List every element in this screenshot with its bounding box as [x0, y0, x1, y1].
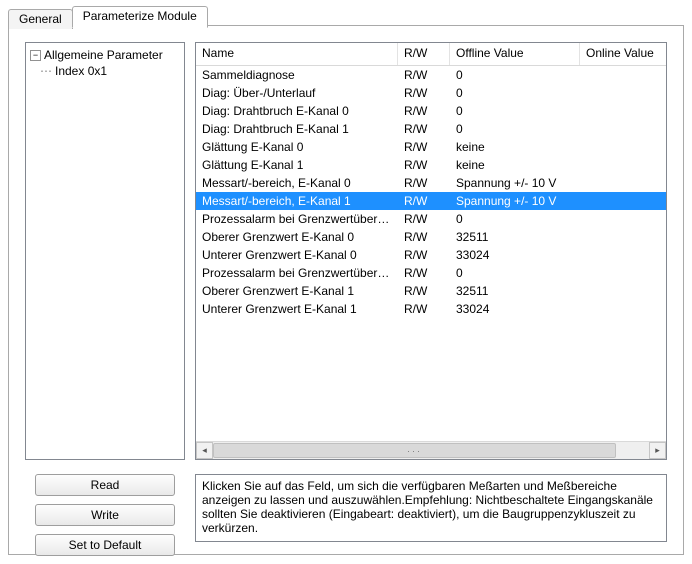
scroll-thumb[interactable]: ···	[213, 443, 616, 458]
cell-offline: Spannung +/- 10 V	[450, 194, 580, 208]
write-button[interactable]: Write	[35, 504, 175, 526]
cell-rw: R/W	[398, 284, 450, 298]
table-row[interactable]: Diag: Drahtbruch E-Kanal 0R/W0	[196, 102, 666, 120]
description-text: Klicken Sie auf das Feld, um sich die ve…	[202, 479, 653, 535]
tree-branch-icon: ⋯	[40, 64, 53, 78]
scroll-track[interactable]: ···	[213, 442, 649, 459]
tree-root-label: Allgemeine Parameter	[44, 48, 163, 62]
table-header: Name R/W Offline Value Online Value	[196, 43, 666, 66]
cell-offline: 0	[450, 104, 580, 118]
table-row[interactable]: Prozessalarm bei Grenzwertüberschre...R/…	[196, 264, 666, 282]
col-header-online[interactable]: Online Value	[580, 43, 666, 65]
cell-rw: R/W	[398, 266, 450, 280]
col-header-offline[interactable]: Offline Value	[450, 43, 580, 65]
tree-root[interactable]: − Allgemeine Parameter	[30, 47, 180, 63]
cell-name: Unterer Grenzwert E-Kanal 1	[196, 302, 398, 316]
table-body: SammeldiagnoseR/W0Diag: Über-/UnterlaufR…	[196, 66, 666, 441]
parameter-tree[interactable]: − Allgemeine Parameter ⋯ Index 0x1	[25, 42, 185, 460]
cell-name: Oberer Grenzwert E-Kanal 1	[196, 284, 398, 298]
cell-name: Glättung E-Kanal 1	[196, 158, 398, 172]
tab-row: General Parameterize Module	[8, 6, 207, 28]
table-row[interactable]: Messart/-bereich, E-Kanal 0R/WSpannung +…	[196, 174, 666, 192]
cell-offline: 0	[450, 266, 580, 280]
table-row[interactable]: Oberer Grenzwert E-Kanal 1R/W32511	[196, 282, 666, 300]
h-scrollbar[interactable]: ◂ ··· ▸	[196, 441, 666, 459]
cell-offline: 0	[450, 212, 580, 226]
tree-child[interactable]: ⋯ Index 0x1	[30, 63, 180, 79]
col-header-rw[interactable]: R/W	[398, 43, 450, 65]
read-button[interactable]: Read	[35, 474, 175, 496]
cell-offline: 0	[450, 68, 580, 82]
cell-rw: R/W	[398, 104, 450, 118]
table-row[interactable]: Glättung E-Kanal 0R/Wkeine	[196, 138, 666, 156]
cell-rw: R/W	[398, 68, 450, 82]
cell-name: Messart/-bereich, E-Kanal 1	[196, 194, 398, 208]
cell-rw: R/W	[398, 230, 450, 244]
cell-name: Oberer Grenzwert E-Kanal 0	[196, 230, 398, 244]
cell-rw: R/W	[398, 302, 450, 316]
cell-rw: R/W	[398, 140, 450, 154]
description-box: Klicken Sie auf das Feld, um sich die ve…	[195, 474, 667, 542]
table-row[interactable]: SammeldiagnoseR/W0	[196, 66, 666, 84]
cell-name: Unterer Grenzwert E-Kanal 0	[196, 248, 398, 262]
tab-panel: − Allgemeine Parameter ⋯ Index 0x1 Name …	[8, 25, 684, 555]
cell-offline: keine	[450, 158, 580, 172]
set-to-default-button[interactable]: Set to Default	[35, 534, 175, 556]
col-header-name[interactable]: Name	[196, 43, 398, 65]
table-row[interactable]: Diag: Über-/UnterlaufR/W0	[196, 84, 666, 102]
cell-offline: 32511	[450, 284, 580, 298]
cell-rw: R/W	[398, 176, 450, 190]
cell-rw: R/W	[398, 248, 450, 262]
table-row[interactable]: Oberer Grenzwert E-Kanal 0R/W32511	[196, 228, 666, 246]
cell-offline: 32511	[450, 230, 580, 244]
cell-name: Messart/-bereich, E-Kanal 0	[196, 176, 398, 190]
action-buttons: Read Write Set to Default	[35, 474, 175, 564]
cell-offline: Spannung +/- 10 V	[450, 176, 580, 190]
cell-offline: 0	[450, 86, 580, 100]
cell-rw: R/W	[398, 122, 450, 136]
cell-offline: keine	[450, 140, 580, 154]
cell-rw: R/W	[398, 86, 450, 100]
cell-rw: R/W	[398, 194, 450, 208]
table-row[interactable]: Prozessalarm bei Grenzwertüberschre...R/…	[196, 210, 666, 228]
cell-name: Glättung E-Kanal 0	[196, 140, 398, 154]
table-row[interactable]: Unterer Grenzwert E-Kanal 1R/W33024	[196, 300, 666, 318]
cell-name: Diag: Drahtbruch E-Kanal 1	[196, 122, 398, 136]
cell-name: Sammeldiagnose	[196, 68, 398, 82]
table-row[interactable]: Messart/-bereich, E-Kanal 1R/WSpannung +…	[196, 192, 666, 210]
cell-offline: 33024	[450, 302, 580, 316]
cell-name: Diag: Über-/Unterlauf	[196, 86, 398, 100]
cell-offline: 33024	[450, 248, 580, 262]
cell-name: Prozessalarm bei Grenzwertüberschre...	[196, 212, 398, 226]
cell-rw: R/W	[398, 158, 450, 172]
table-row[interactable]: Glättung E-Kanal 1R/Wkeine	[196, 156, 666, 174]
cell-rw: R/W	[398, 212, 450, 226]
scroll-right-icon[interactable]: ▸	[649, 442, 666, 459]
tab-general[interactable]: General	[8, 9, 73, 29]
collapse-icon[interactable]: −	[30, 50, 41, 61]
parameter-table: Name R/W Offline Value Online Value Samm…	[195, 42, 667, 460]
scroll-left-icon[interactable]: ◂	[196, 442, 213, 459]
table-row[interactable]: Diag: Drahtbruch E-Kanal 1R/W0	[196, 120, 666, 138]
cell-name: Prozessalarm bei Grenzwertüberschre...	[196, 266, 398, 280]
tree-child-label: Index 0x1	[55, 64, 107, 78]
cell-offline: 0	[450, 122, 580, 136]
table-row[interactable]: Unterer Grenzwert E-Kanal 0R/W33024	[196, 246, 666, 264]
cell-name: Diag: Drahtbruch E-Kanal 0	[196, 104, 398, 118]
tab-parameterize[interactable]: Parameterize Module	[72, 6, 208, 28]
module-properties-window: General Parameterize Module − Allgemeine…	[0, 0, 692, 561]
